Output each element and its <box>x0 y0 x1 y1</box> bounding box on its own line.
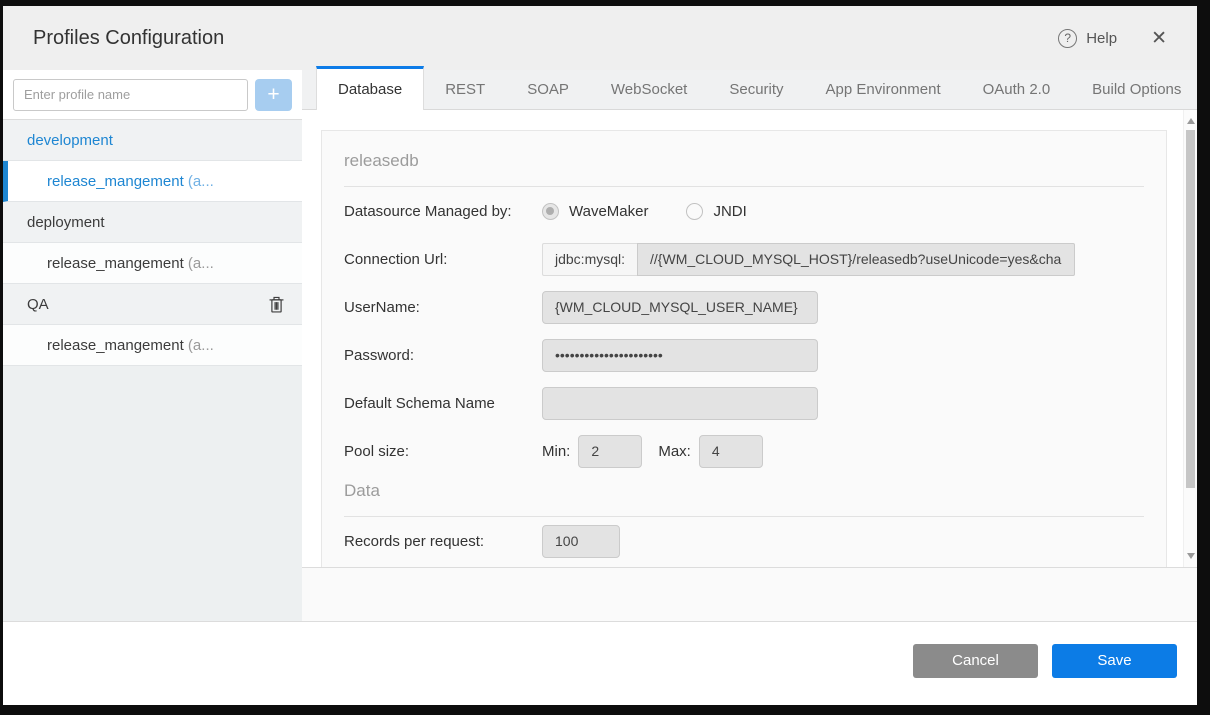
username-label: UserName: <box>344 299 542 316</box>
profile-group-deployment[interactable]: deployment <box>3 202 302 243</box>
connection-url-prefix: jdbc:mysql: <box>542 243 637 276</box>
tab-oauth[interactable]: OAuth 2.0 <box>962 70 1072 109</box>
settings-tabs: Database REST SOAP WebSocket Security Ap… <box>302 70 1197 110</box>
add-profile-button[interactable]: + <box>255 79 292 111</box>
profile-list: development release_mangement (a... depl… <box>3 120 302 621</box>
tab-security[interactable]: Security <box>708 70 804 109</box>
username-input[interactable] <box>542 291 818 324</box>
profile-label-suffix: (a... <box>184 337 214 354</box>
dialog-header: Profiles Configuration ? Help ✕ <box>3 6 1197 70</box>
vertical-scrollbar[interactable] <box>1183 110 1197 567</box>
password-row: Password: <box>344 331 1144 379</box>
pool-max-label: Max: <box>658 443 691 460</box>
database-section-title: releasedb <box>344 145 1144 187</box>
schema-row: Default Schema Name <box>344 379 1144 427</box>
radio-wavemaker-label: WaveMaker <box>569 203 648 220</box>
password-label: Password: <box>344 347 542 364</box>
profiles-configuration-dialog: Profiles Configuration ? Help ✕ + develo… <box>3 6 1197 705</box>
profile-item-release-mangement-qa[interactable]: release_mangement (a... <box>3 325 302 366</box>
scrollbar-thumb[interactable] <box>1186 130 1195 488</box>
scroll-down-icon[interactable] <box>1187 553 1195 559</box>
plus-icon: + <box>267 84 279 105</box>
help-button[interactable]: ? Help <box>1058 29 1117 48</box>
username-row: UserName: <box>344 283 1144 331</box>
profile-label: release_mangement <box>47 173 184 190</box>
pool-size-label: Pool size: <box>344 443 542 460</box>
panel-bottom-strip <box>302 568 1197 621</box>
profile-label: development <box>27 132 113 149</box>
data-section-title: Data <box>344 475 1144 517</box>
password-input[interactable] <box>542 339 818 372</box>
profile-settings-main: Database REST SOAP WebSocket Security Ap… <box>302 70 1197 621</box>
profile-label: deployment <box>27 214 105 231</box>
help-icon: ? <box>1058 29 1077 48</box>
datasource-label: Datasource Managed by: <box>344 203 542 220</box>
save-button[interactable]: Save <box>1052 644 1177 678</box>
profile-label: release_mangement <box>47 255 184 272</box>
tab-rest[interactable]: REST <box>424 70 506 109</box>
connection-url-row: Connection Url: jdbc:mysql: <box>344 235 1144 283</box>
profile-label: QA <box>27 296 49 313</box>
records-per-request-input[interactable] <box>542 525 620 558</box>
dialog-body: + development release_mangement (a... de… <box>3 70 1197 621</box>
profiles-sidebar: + development release_mangement (a... de… <box>3 70 302 621</box>
help-label: Help <box>1086 30 1117 47</box>
tab-build-options[interactable]: Build Options <box>1071 70 1202 109</box>
connection-url-input[interactable] <box>637 243 1075 276</box>
records-per-request-row: Records per request: <box>344 517 1144 565</box>
pool-size-row: Pool size: Min: Max: <box>344 427 1144 475</box>
radio-wavemaker[interactable] <box>542 203 559 220</box>
tab-websocket[interactable]: WebSocket <box>590 70 708 109</box>
profile-label-suffix: (a... <box>184 173 214 190</box>
datasource-radio-group: WaveMaker JNDI <box>542 203 747 220</box>
dialog-footer: Cancel Save <box>3 621 1197 705</box>
profile-item-release-mangement-development[interactable]: release_mangement (a... <box>3 161 302 202</box>
profile-item-release-mangement-deployment[interactable]: release_mangement (a... <box>3 243 302 284</box>
tab-soap[interactable]: SOAP <box>506 70 590 109</box>
trash-icon <box>268 295 285 314</box>
database-tab-panel: releasedb Datasource Managed by: WaveMak… <box>302 110 1197 568</box>
pool-min-input[interactable] <box>578 435 642 468</box>
radio-jndi[interactable] <box>686 203 703 220</box>
profile-group-qa[interactable]: QA <box>3 284 302 325</box>
delete-profile-button[interactable] <box>268 294 286 314</box>
tab-app-environment[interactable]: App Environment <box>805 70 962 109</box>
cancel-button[interactable]: Cancel <box>913 644 1038 678</box>
tab-database[interactable]: Database <box>316 66 424 110</box>
profile-group-development[interactable]: development <box>3 120 302 161</box>
profile-name-input[interactable] <box>13 79 248 111</box>
connection-url-label: Connection Url: <box>344 251 542 268</box>
records-per-request-label: Records per request: <box>344 533 542 550</box>
profile-label: release_mangement <box>47 337 184 354</box>
profile-label-suffix: (a... <box>184 255 214 272</box>
pool-max-input[interactable] <box>699 435 763 468</box>
datasource-row: Datasource Managed by: WaveMaker JNDI <box>344 187 1144 235</box>
schema-input[interactable] <box>542 387 818 420</box>
profile-search-row: + <box>3 70 302 120</box>
schema-label: Default Schema Name <box>344 395 542 412</box>
database-config-card: releasedb Datasource Managed by: WaveMak… <box>321 130 1167 568</box>
radio-jndi-label: JNDI <box>713 203 746 220</box>
close-icon[interactable]: ✕ <box>1151 29 1167 48</box>
scroll-up-icon[interactable] <box>1187 118 1195 124</box>
page-title: Profiles Configuration <box>33 27 224 50</box>
pool-min-label: Min: <box>542 443 570 460</box>
